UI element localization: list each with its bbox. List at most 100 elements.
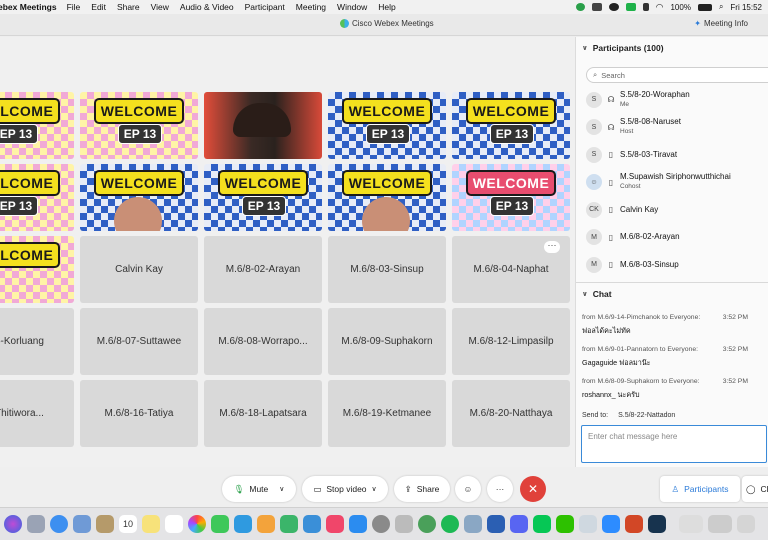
participant-tile[interactable]: M.6/8-09-Suphakorn: [328, 308, 446, 375]
app-store-icon[interactable]: [349, 515, 367, 533]
share-button[interactable]: ⇪ Share: [394, 476, 450, 502]
stop-video-button[interactable]: ▭ Stop video ∨: [302, 476, 388, 502]
menu-audio-video[interactable]: Audio & Video: [180, 2, 234, 12]
participants-header[interactable]: ∨ Participants (100): [576, 37, 768, 59]
preview-icon[interactable]: [73, 515, 91, 533]
ghost-icon[interactable]: [579, 515, 597, 533]
menu-file[interactable]: File: [67, 2, 81, 12]
participant-search-input[interactable]: ⌕ Search: [586, 67, 768, 83]
video-tile[interactable]: WELCOME EP 13: [0, 92, 74, 159]
participant-tile[interactable]: M.6/8-08-Worrapo...: [204, 308, 322, 375]
eye-status-icon[interactable]: [608, 3, 619, 11]
participant-tile[interactable]: M.6/8-18-Lapatsara: [204, 380, 322, 447]
clock[interactable]: Fri 15:52: [730, 3, 762, 12]
participant-tile[interactable]: Calvin Kay: [80, 236, 198, 303]
battery-icon[interactable]: [697, 3, 712, 11]
meeting-info-button[interactable]: ✦ Meeting Info: [694, 19, 748, 28]
safari-icon[interactable]: [50, 515, 68, 533]
notes-app-icon[interactable]: [96, 515, 114, 533]
line-status-icon[interactable]: [625, 3, 636, 11]
menu-share[interactable]: Share: [117, 2, 140, 12]
menu-help[interactable]: Help: [378, 2, 395, 12]
participant-tile[interactable]: M.6/8-04-Naphat ···: [452, 236, 570, 303]
participant-tile[interactable]: M.6/8-02-Arayan: [204, 236, 322, 303]
video-tile[interactable]: WELCOME EP 13: [0, 164, 74, 231]
chat-button[interactable]: ◯ Ch: [742, 476, 768, 502]
participant-tile[interactable]: M.6/8-03-Sinsup: [328, 236, 446, 303]
tile-more-icon[interactable]: ···: [544, 241, 560, 253]
participant-row[interactable]: CK ▯ Calvin Kay: [576, 196, 768, 224]
chevron-down-icon[interactable]: ∨: [372, 485, 377, 493]
link-status-icon[interactable]: [591, 3, 602, 11]
more-options-button[interactable]: ···: [487, 476, 513, 502]
mute-button[interactable]: 🎙︎ Mute ∨: [222, 476, 296, 502]
search-spotlight-icon[interactable]: ⌕: [719, 2, 723, 12]
participant-row[interactable]: S ☊ S.5/8-20-Woraphan Me: [576, 86, 768, 114]
wifi-icon[interactable]: ◠: [656, 2, 664, 13]
facetime-icon[interactable]: [234, 515, 252, 533]
send-to-select[interactable]: S.5/8-22-Nattadon: [618, 412, 675, 419]
chevron-down-icon[interactable]: ∨: [582, 44, 588, 52]
line-icon[interactable]: [533, 515, 551, 533]
powerpoint-icon[interactable]: [625, 515, 643, 533]
discord-icon[interactable]: [510, 515, 528, 533]
participant-row[interactable]: M ▯ M.6/8-03-Sinsup: [576, 251, 768, 279]
ipad-icon[interactable]: [395, 515, 413, 533]
participant-row[interactable]: S ▯ S.5/8-03-Tiravat: [576, 141, 768, 169]
video-tile[interactable]: WELCOME EP 13: [328, 92, 446, 159]
menu-view[interactable]: View: [151, 2, 169, 12]
video-tile[interactable]: WELCOME: [0, 236, 74, 303]
window-thumbnail[interactable]: [708, 515, 732, 533]
video-tile[interactable]: WELCOME EP 13: [452, 164, 570, 231]
notes-icon[interactable]: [142, 515, 160, 533]
participant-tile[interactable]: M.6/8-19-Ketmanee: [328, 380, 446, 447]
webex-status-icon[interactable]: [575, 3, 585, 11]
bluetooth-icon[interactable]: [642, 3, 649, 11]
wechat-icon[interactable]: [556, 515, 574, 533]
spotify-icon[interactable]: [441, 515, 459, 533]
chat-input[interactable]: Enter chat message here: [581, 425, 767, 463]
participant-tile[interactable]: M.6/8-16-Tatiya: [80, 380, 198, 447]
participant-row[interactable]: S ☊ S.5/8-08-Naruset Host: [576, 114, 768, 142]
menu-window[interactable]: Window: [337, 2, 367, 12]
zoom-icon[interactable]: [602, 515, 620, 533]
system-preferences-icon[interactable]: [372, 515, 390, 533]
video-tile[interactable]: WELCOME EP 13: [452, 92, 570, 159]
participant-row[interactable]: M ▯ M.6/8-02-Arayan: [576, 224, 768, 252]
music-icon[interactable]: [326, 515, 344, 533]
launchpad-icon[interactable]: [27, 515, 45, 533]
reminders-icon[interactable]: [165, 515, 183, 533]
video-tile[interactable]: WELCOME: [80, 164, 198, 231]
menu-meeting[interactable]: Meeting: [296, 2, 326, 12]
folder-icon[interactable]: [464, 515, 482, 533]
messages-icon[interactable]: [211, 515, 229, 533]
menu-edit[interactable]: Edit: [91, 2, 106, 12]
leave-meeting-button[interactable]: ✕: [520, 476, 546, 502]
video-tile[interactable]: WELCOME: [328, 164, 446, 231]
chevron-down-icon[interactable]: ∨: [279, 485, 284, 493]
numbers-icon[interactable]: [280, 515, 298, 533]
calendar-icon[interactable]: 10: [119, 515, 137, 533]
pages-icon[interactable]: [257, 515, 275, 533]
participant-row[interactable]: ☺ ▯ M.Supawish Siriphonwutthichai Cohost: [576, 169, 768, 197]
chevron-down-icon[interactable]: ∨: [582, 290, 588, 298]
window-thumbnail[interactable]: [679, 515, 703, 533]
reactions-button[interactable]: ☺: [455, 476, 481, 502]
participant-tile[interactable]: M.6/8-12-Limpasilp: [452, 308, 570, 375]
word-icon[interactable]: [487, 515, 505, 533]
browser-icon[interactable]: [418, 515, 436, 533]
participant-tile[interactable]: M.6/8-07-Suttawee: [80, 308, 198, 375]
app-menu[interactable]: ebex Meetings: [0, 2, 57, 12]
trash-icon[interactable]: [737, 515, 755, 533]
photos-icon[interactable]: [188, 515, 206, 533]
participants-button[interactable]: ♙ Participants: [660, 476, 740, 502]
participant-tile[interactable]: 4-Thitiwora...: [0, 380, 74, 447]
webex-icon[interactable]: [648, 515, 666, 533]
video-tile[interactable]: WELCOME EP 13: [80, 92, 198, 159]
chat-header[interactable]: ∨ Chat: [576, 283, 768, 305]
menu-participant[interactable]: Participant: [245, 2, 285, 12]
video-tile[interactable]: [204, 92, 322, 159]
participant-tile[interactable]: M.6/8-20-Natthaya: [452, 380, 570, 447]
participant-tile[interactable]: -05-Korluang: [0, 308, 74, 375]
video-tile[interactable]: WELCOME EP 13: [204, 164, 322, 231]
